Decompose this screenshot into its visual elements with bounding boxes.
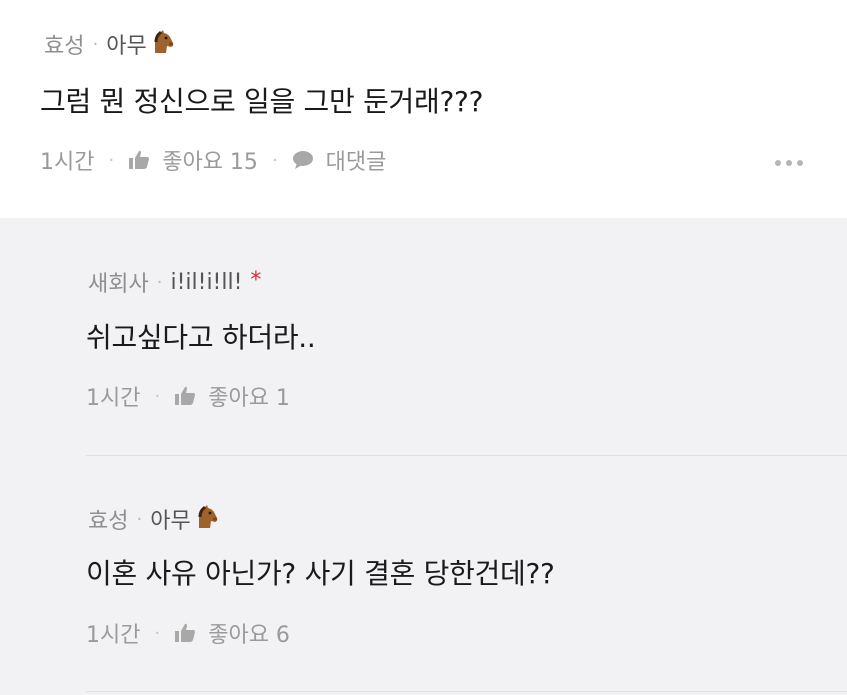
reply-label: 대댓글 [325, 150, 387, 175]
action-separator: · [271, 149, 278, 171]
horse-face-icon [154, 30, 173, 53]
like-label: 좋아요 15 [162, 150, 258, 175]
reply-time: 1시간 [86, 386, 141, 411]
reply-actions: 1시간 · 좋아요 1 [86, 380, 290, 412]
more-dot [786, 160, 792, 166]
meta-separator: · [136, 508, 143, 530]
action-separator: · [154, 385, 161, 407]
reply-button[interactable]: 대댓글 [292, 144, 387, 176]
reply-text: 이혼 사유 아닌가? 사기 결혼 당한건데?? [86, 557, 555, 590]
comment: 효성 · 아무 그럼 뭔 정신으로 일을 그만 둔거래??? 1시간 · 좋아요… [0, 0, 847, 218]
thumbs-up-icon [129, 150, 150, 169]
more-dot [797, 160, 803, 166]
thumbs-up-icon [175, 623, 196, 642]
author-company: 효성 [44, 34, 85, 59]
author-nickname: 아무 [150, 509, 191, 534]
author-nickname: 아무 [106, 34, 147, 59]
reply-divider [86, 455, 847, 456]
comment-actions: 1시간 · 좋아요 15 · 대댓글 [40, 144, 386, 176]
comment-time: 1시간 [40, 150, 95, 175]
reply-meta: 효성 · 아무 [88, 503, 219, 535]
author-nickname: i!il!i!ll! [170, 269, 243, 295]
reply-divider [86, 691, 847, 692]
like-label: 좋아요 1 [208, 386, 290, 411]
comment-text: 그럼 뭔 정신으로 일을 그만 둔거래??? [40, 85, 484, 118]
like-button[interactable]: 좋아요 6 [174, 617, 290, 649]
speech-bubble-icon [292, 151, 313, 169]
comment-thread: 효성 · 아무 그럼 뭔 정신으로 일을 그만 둔거래??? 1시간 · 좋아요… [0, 0, 847, 695]
more-dot [775, 160, 781, 166]
reply-time: 1시간 [86, 623, 141, 648]
meta-separator: · [92, 33, 99, 55]
more-options-button[interactable] [775, 160, 803, 166]
badge-star: * [250, 267, 262, 293]
like-button[interactable]: 좋아요 1 [174, 380, 290, 412]
action-separator: · [154, 622, 161, 644]
thumbs-up-icon [175, 386, 196, 405]
reply-actions: 1시간 · 좋아요 6 [86, 617, 290, 649]
like-button[interactable]: 좋아요 15 [128, 144, 258, 176]
like-label: 좋아요 6 [208, 623, 290, 648]
horse-face-icon [198, 505, 217, 528]
comment-meta: 효성 · 아무 [44, 28, 175, 60]
author-company: 효성 [88, 509, 129, 534]
reply-text: 쉬고싶다고 하더라.. [86, 321, 316, 354]
author-company: 새회사 [88, 272, 149, 297]
action-separator: · [108, 149, 115, 171]
reply-meta: 새회사 · i!il!i!ll! * [88, 266, 261, 298]
meta-separator: · [156, 271, 163, 293]
